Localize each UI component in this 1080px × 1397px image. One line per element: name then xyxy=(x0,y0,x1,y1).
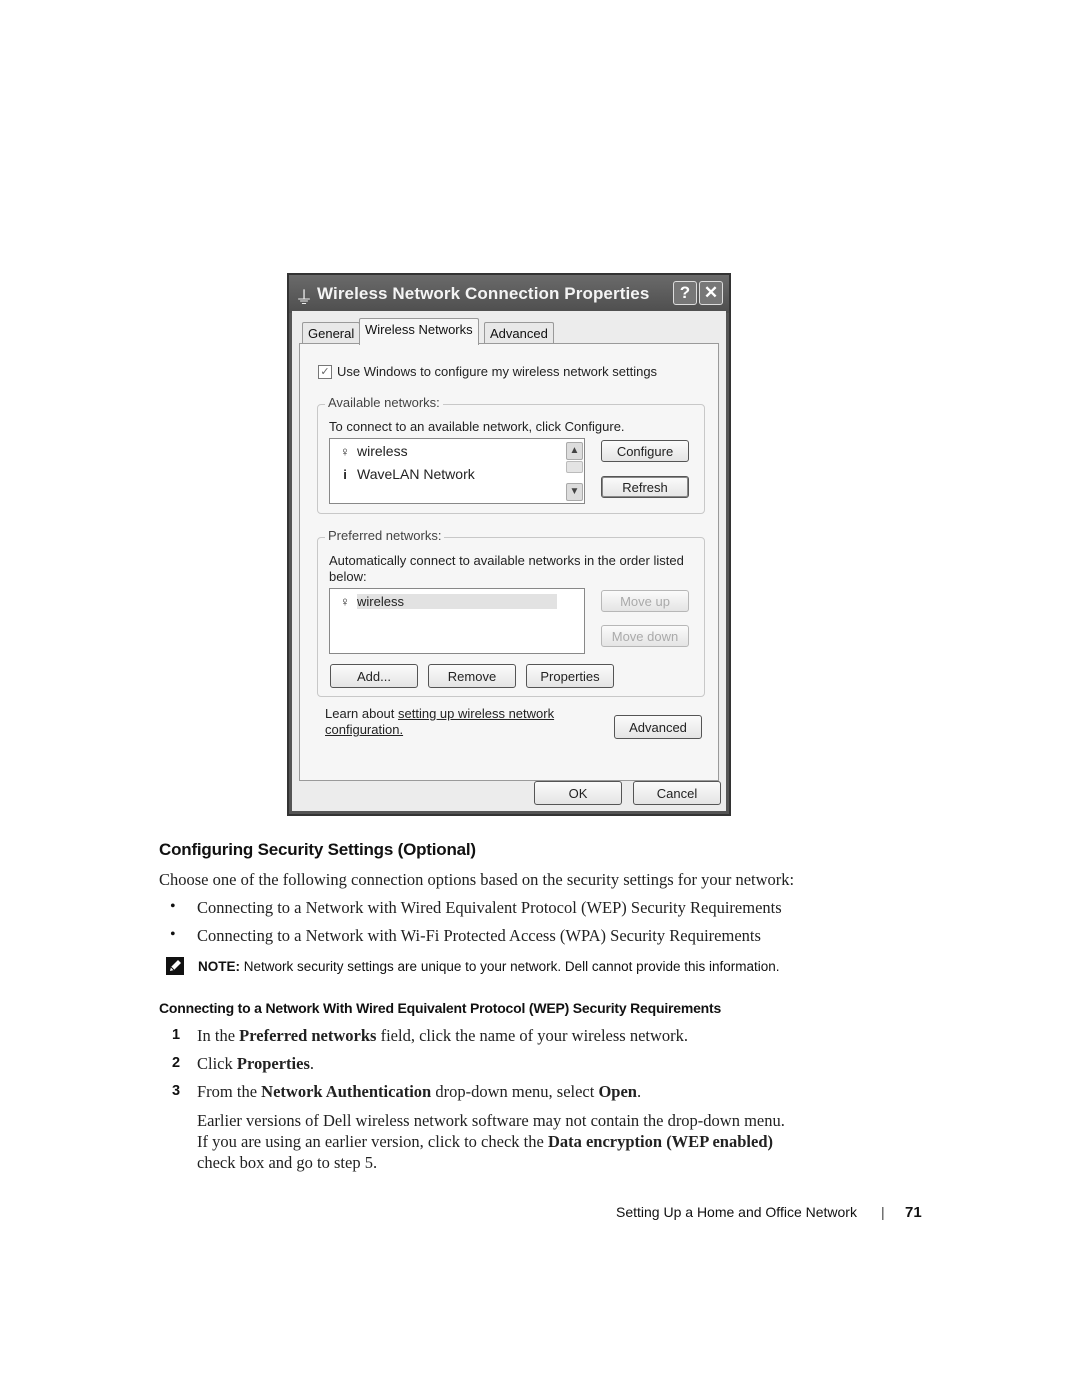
checkmark-icon: ✓ xyxy=(320,366,330,378)
use-windows-checkbox[interactable]: ✓ xyxy=(318,365,332,379)
tab-general[interactable]: General xyxy=(302,322,361,345)
available-network-item[interactable]: ♀ wireless xyxy=(338,443,407,459)
properties-button[interactable]: Properties xyxy=(526,664,614,688)
note-text: NOTE: Network security settings are uniq… xyxy=(198,959,780,974)
page-number: 71 xyxy=(905,1204,922,1221)
learn-link[interactable]: setting up wireless network xyxy=(398,706,554,721)
step-3-note-line1: Earlier versions of Dell wireless networ… xyxy=(197,1111,785,1130)
antenna-icon: ♀ xyxy=(340,594,350,609)
scroll-down-button[interactable]: ▼ xyxy=(566,483,583,501)
step-number: 2 xyxy=(172,1055,181,1071)
available-networks-list[interactable]: ♀ wireless i WaveLAN Network ▲ ▼ xyxy=(329,438,585,504)
preferred-networks-legend: Preferred networks: xyxy=(325,528,445,543)
refresh-button[interactable]: Refresh xyxy=(601,476,689,498)
tab-wireless-networks[interactable]: Wireless Networks xyxy=(359,318,479,345)
preferred-networks-list[interactable]: ♀ wireless xyxy=(329,588,585,654)
bullet-wep: Connecting to a Network with Wired Equiv… xyxy=(197,898,782,917)
intro-paragraph: Choose one of the following connection o… xyxy=(159,870,795,889)
step-number: 1 xyxy=(172,1027,181,1043)
footer-separator: | xyxy=(881,1204,885,1220)
advanced-button[interactable]: Advanced xyxy=(614,715,702,739)
help-button[interactable]: ? xyxy=(673,281,697,305)
bullet-marker: • xyxy=(170,898,176,915)
section-heading: Configuring Security Settings (Optional) xyxy=(159,840,476,859)
step-3: From the Network Authentication drop-dow… xyxy=(197,1082,642,1101)
step-3-note-line3: check box and go to step 5. xyxy=(197,1153,378,1172)
tab-advanced[interactable]: Advanced xyxy=(484,322,554,345)
note-pencil-icon xyxy=(166,957,184,975)
scrollbar-thumb[interactable] xyxy=(566,461,583,473)
move-down-button[interactable]: Move down xyxy=(601,625,689,647)
properties-dialog: ⏚ Wireless Network Connection Properties… xyxy=(287,273,731,816)
preferred-network-item[interactable]: ♀ wireless xyxy=(338,593,557,609)
move-up-button[interactable]: Move up xyxy=(601,590,689,612)
available-network-item[interactable]: i WaveLAN Network xyxy=(338,466,475,482)
dialog-client: General Wireless Networks Advanced ✓ Use… xyxy=(292,311,726,811)
preferred-instruction-line1: Automatically connect to available netwo… xyxy=(329,553,684,568)
note-label: NOTE: xyxy=(198,959,240,974)
title-bar[interactable]: ⏚ Wireless Network Connection Properties… xyxy=(289,275,729,313)
ok-button[interactable]: OK xyxy=(534,781,622,805)
close-icon: ✕ xyxy=(703,283,719,302)
add-button[interactable]: Add... xyxy=(330,664,418,688)
configure-button[interactable]: Configure xyxy=(601,440,689,462)
subsection-heading: Connecting to a Network With Wired Equiv… xyxy=(159,1000,722,1016)
use-windows-label: Use Windows to configure my wireless net… xyxy=(337,364,658,379)
chevron-down-icon: ▼ xyxy=(569,486,580,497)
dialog-title: Wireless Network Connection Properties xyxy=(317,284,650,303)
step-1: In the Preferred networks field, click t… xyxy=(197,1026,689,1045)
available-instruction: To connect to an available network, clic… xyxy=(329,419,625,434)
chevron-up-icon: ▲ xyxy=(569,445,580,456)
footer-section-title: Setting Up a Home and Office Network xyxy=(616,1204,857,1220)
remove-button[interactable]: Remove xyxy=(428,664,516,688)
step-3-note-line2: If you are using an earlier version, cli… xyxy=(197,1132,773,1151)
preferred-instruction-line2: below: xyxy=(329,569,367,584)
scroll-up-button[interactable]: ▲ xyxy=(566,442,583,460)
step-2: Click Properties. xyxy=(197,1054,315,1073)
antenna-icon: ♀ xyxy=(340,444,350,459)
available-networks-legend: Available networks: xyxy=(325,395,443,410)
step-number: 3 xyxy=(172,1083,181,1099)
learn-link-continued[interactable]: configuration. xyxy=(325,722,403,737)
bullet-marker: • xyxy=(170,926,176,943)
close-button[interactable]: ✕ xyxy=(699,281,723,305)
learn-about-text: Learn about setting up wireless network xyxy=(325,706,555,721)
info-icon: i xyxy=(343,467,347,482)
cancel-button[interactable]: Cancel xyxy=(633,781,721,805)
wireless-networks-panel: ✓ Use Windows to configure my wireless n… xyxy=(299,343,719,781)
network-connection-icon: ⏚ xyxy=(295,288,313,308)
bullet-wpa: Connecting to a Network with Wi-Fi Prote… xyxy=(197,926,761,945)
